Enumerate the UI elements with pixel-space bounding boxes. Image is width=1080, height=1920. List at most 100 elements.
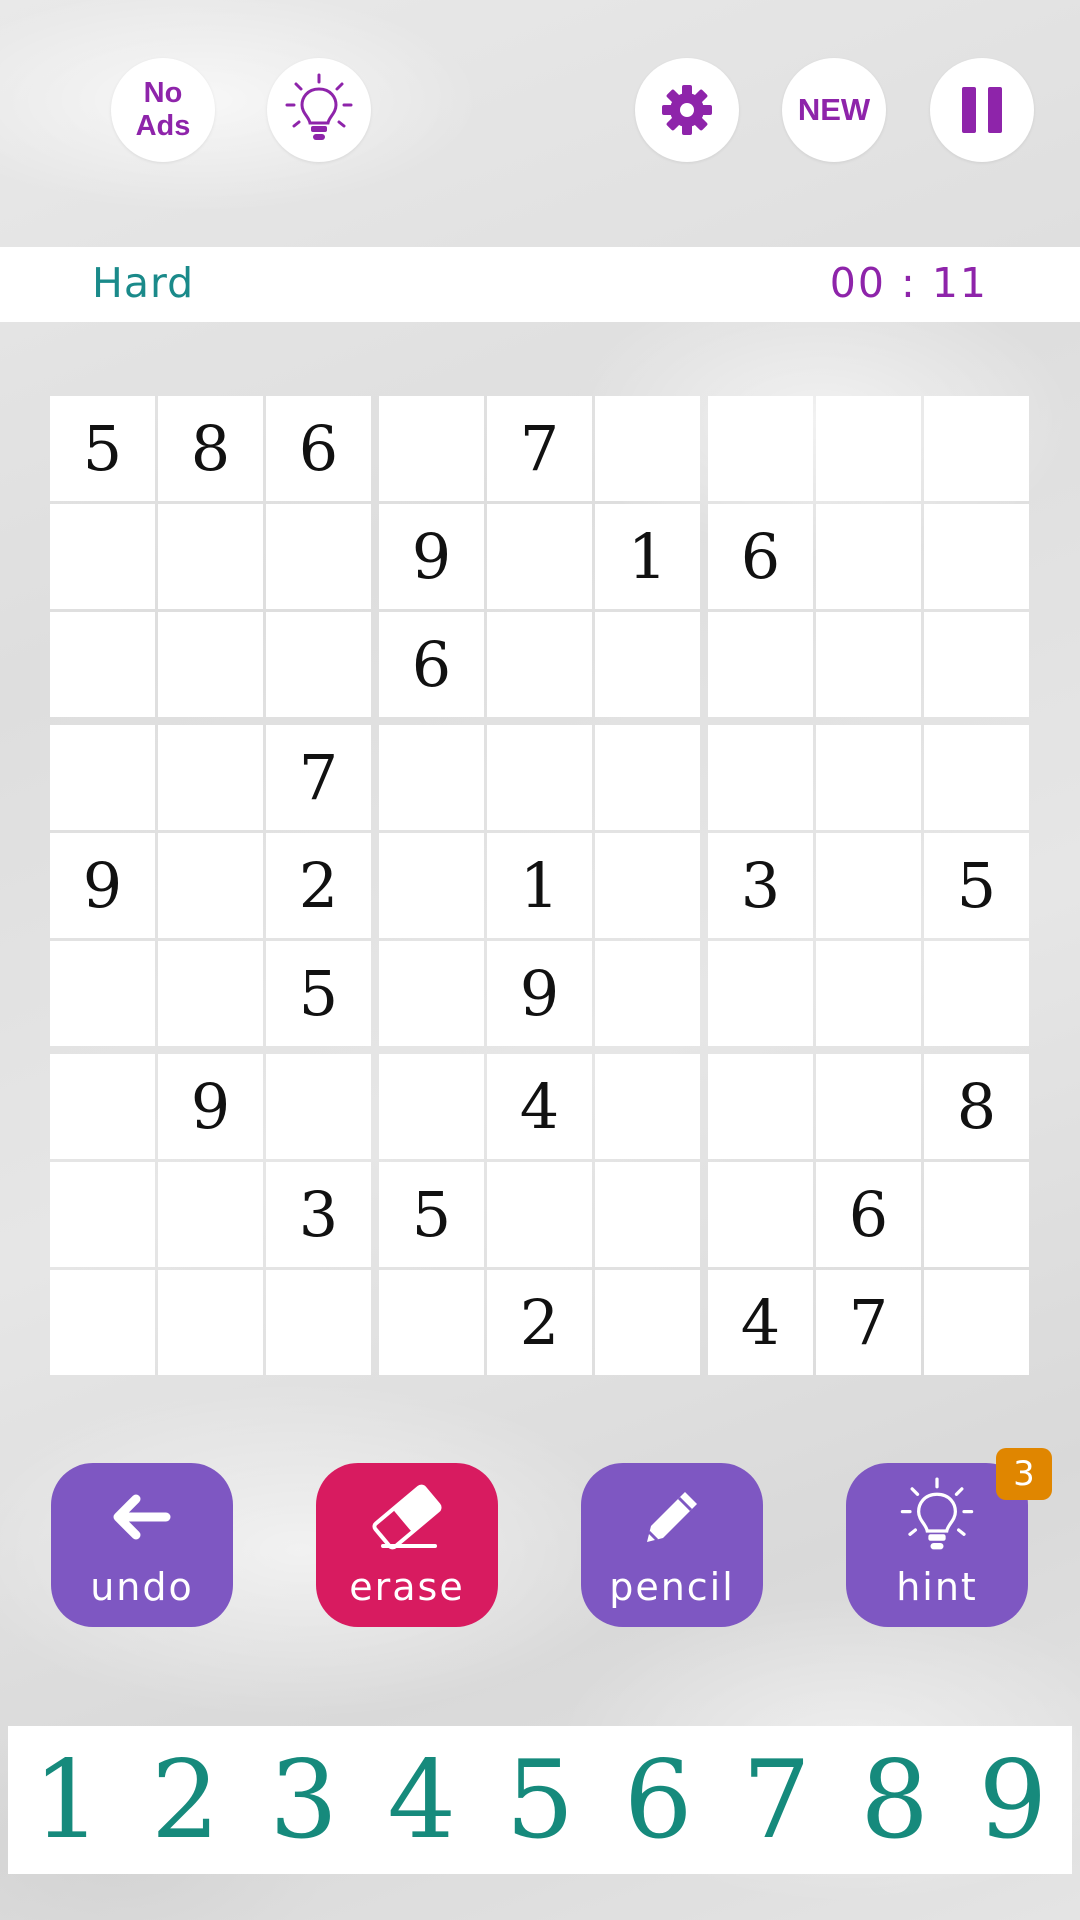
- sudoku-cell[interactable]: [50, 504, 155, 609]
- sudoku-cell[interactable]: [595, 725, 700, 830]
- sudoku-cell[interactable]: [50, 725, 155, 830]
- sudoku-cell[interactable]: [50, 1162, 155, 1267]
- number-key-7[interactable]: 7: [721, 1726, 831, 1874]
- sudoku-cell[interactable]: [379, 396, 484, 501]
- sudoku-cell[interactable]: 6: [379, 612, 484, 717]
- sudoku-cell[interactable]: [595, 833, 700, 938]
- sudoku-cell[interactable]: [924, 1162, 1029, 1267]
- sudoku-cell[interactable]: [266, 504, 371, 609]
- sudoku-cell[interactable]: [924, 396, 1029, 501]
- sudoku-cell[interactable]: [595, 396, 700, 501]
- pencil-button[interactable]: pencil: [581, 1463, 763, 1627]
- sudoku-cell[interactable]: [816, 1054, 921, 1159]
- sudoku-cell[interactable]: 2: [266, 833, 371, 938]
- sudoku-cell[interactable]: [595, 941, 700, 1046]
- sudoku-cell[interactable]: [708, 1162, 813, 1267]
- sudoku-cell[interactable]: 9: [50, 833, 155, 938]
- sudoku-cell[interactable]: 6: [708, 504, 813, 609]
- erase-button[interactable]: erase: [316, 1463, 498, 1627]
- arrow-left-icon: [113, 1494, 171, 1540]
- sudoku-cell[interactable]: [708, 612, 813, 717]
- sudoku-cell[interactable]: [158, 725, 263, 830]
- sudoku-cell[interactable]: [924, 1270, 1029, 1375]
- sudoku-cell[interactable]: 3: [266, 1162, 371, 1267]
- sudoku-cell[interactable]: 7: [266, 725, 371, 830]
- number-key-6[interactable]: 6: [603, 1726, 713, 1874]
- sudoku-cell[interactable]: [487, 725, 592, 830]
- sudoku-cell[interactable]: [816, 833, 921, 938]
- sudoku-cell[interactable]: 9: [158, 1054, 263, 1159]
- sudoku-cell[interactable]: [816, 504, 921, 609]
- sudoku-cell[interactable]: [50, 1270, 155, 1375]
- sudoku-cell[interactable]: [816, 612, 921, 717]
- sudoku-cell[interactable]: [266, 1270, 371, 1375]
- number-key-8[interactable]: 8: [840, 1726, 950, 1874]
- sudoku-cell[interactable]: [816, 725, 921, 830]
- sudoku-cell[interactable]: [158, 612, 263, 717]
- sudoku-cell[interactable]: [595, 612, 700, 717]
- sudoku-cell[interactable]: [816, 396, 921, 501]
- sudoku-cell[interactable]: [595, 1054, 700, 1159]
- sudoku-cell[interactable]: 1: [595, 504, 700, 609]
- sudoku-cell[interactable]: [595, 1162, 700, 1267]
- sudoku-cell[interactable]: [50, 941, 155, 1046]
- sudoku-cell[interactable]: 7: [816, 1270, 921, 1375]
- settings-button[interactable]: [635, 58, 739, 162]
- new-game-button[interactable]: NEW: [782, 58, 886, 162]
- sudoku-cell[interactable]: [158, 1162, 263, 1267]
- sudoku-cell[interactable]: [158, 941, 263, 1046]
- sudoku-cell[interactable]: 6: [266, 396, 371, 501]
- sudoku-cell[interactable]: [924, 941, 1029, 1046]
- sudoku-cell[interactable]: [50, 612, 155, 717]
- number-key-3[interactable]: 3: [249, 1726, 359, 1874]
- number-key-5[interactable]: 5: [485, 1726, 595, 1874]
- sudoku-cell[interactable]: [816, 941, 921, 1046]
- sudoku-cell[interactable]: 9: [379, 504, 484, 609]
- sudoku-cell[interactable]: [708, 1054, 813, 1159]
- number-key-1[interactable]: 1: [12, 1726, 122, 1874]
- pencil-label: pencil: [609, 1565, 735, 1609]
- sudoku-cell[interactable]: 4: [708, 1270, 813, 1375]
- sudoku-cell[interactable]: [708, 725, 813, 830]
- pause-button[interactable]: [930, 58, 1034, 162]
- no-ads-button[interactable]: No Ads: [111, 58, 215, 162]
- number-key-4[interactable]: 4: [367, 1726, 477, 1874]
- sudoku-cell[interactable]: 2: [487, 1270, 592, 1375]
- sudoku-cell[interactable]: 6: [816, 1162, 921, 1267]
- sudoku-cell[interactable]: 5: [50, 396, 155, 501]
- idea-button[interactable]: [267, 58, 371, 162]
- sudoku-cell[interactable]: [708, 941, 813, 1046]
- sudoku-cell[interactable]: 3: [708, 833, 813, 938]
- sudoku-cell[interactable]: [379, 941, 484, 1046]
- sudoku-cell[interactable]: 5: [924, 833, 1029, 938]
- sudoku-cell[interactable]: [158, 833, 263, 938]
- sudoku-cell[interactable]: [595, 1270, 700, 1375]
- sudoku-cell[interactable]: [708, 396, 813, 501]
- sudoku-cell[interactable]: 8: [158, 396, 263, 501]
- sudoku-cell[interactable]: 8: [924, 1054, 1029, 1159]
- sudoku-cell[interactable]: [379, 1270, 484, 1375]
- sudoku-cell[interactable]: [266, 1054, 371, 1159]
- sudoku-cell[interactable]: [379, 833, 484, 938]
- sudoku-cell[interactable]: [158, 1270, 263, 1375]
- number-key-2[interactable]: 2: [130, 1726, 240, 1874]
- undo-button[interactable]: undo: [51, 1463, 233, 1627]
- sudoku-cell[interactable]: [379, 725, 484, 830]
- sudoku-cell[interactable]: 7: [487, 396, 592, 501]
- sudoku-cell[interactable]: [924, 612, 1029, 717]
- sudoku-cell[interactable]: [487, 504, 592, 609]
- sudoku-cell[interactable]: 4: [487, 1054, 592, 1159]
- number-key-9[interactable]: 9: [958, 1726, 1068, 1874]
- sudoku-cell[interactable]: 1: [487, 833, 592, 938]
- sudoku-cell[interactable]: [158, 504, 263, 609]
- sudoku-cell[interactable]: [487, 1162, 592, 1267]
- sudoku-cell[interactable]: 5: [379, 1162, 484, 1267]
- sudoku-cell[interactable]: [379, 1054, 484, 1159]
- sudoku-cell[interactable]: [924, 725, 1029, 830]
- sudoku-cell[interactable]: [924, 504, 1029, 609]
- sudoku-cell[interactable]: [50, 1054, 155, 1159]
- sudoku-cell[interactable]: 5: [266, 941, 371, 1046]
- sudoku-cell[interactable]: [266, 612, 371, 717]
- sudoku-cell[interactable]: [487, 612, 592, 717]
- sudoku-cell[interactable]: 9: [487, 941, 592, 1046]
